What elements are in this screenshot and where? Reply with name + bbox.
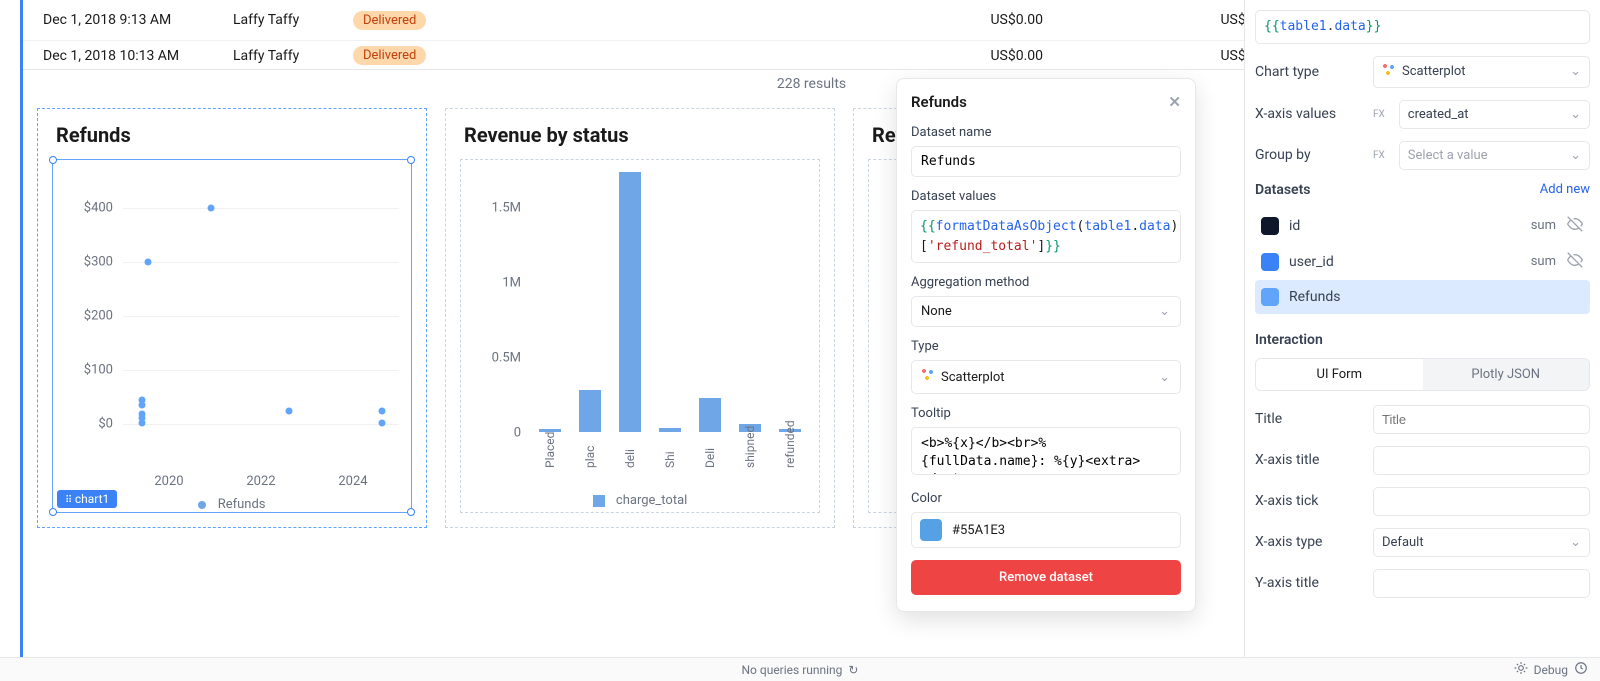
tooltip-label: Tooltip [911, 406, 1181, 421]
cell-timestamp: Dec 1, 2018 9:13 AM [43, 12, 233, 28]
xaxis-title-input[interactable] [1373, 446, 1590, 475]
scatter-plot [123, 172, 399, 472]
yaxis-title-label: Y-axis title [1255, 575, 1365, 591]
color-swatch [920, 519, 942, 541]
revenue-status-chart-card[interactable]: Revenue by status 1.5M 1M 0.5M 0 Placed … [445, 108, 835, 528]
x-axis: 2020 2022 2024 [123, 474, 399, 494]
cell-name: Laffy Taffy [233, 48, 353, 64]
toggle-ui-form[interactable]: UI Form [1256, 359, 1423, 390]
y-axis: 1.5M 1M 0.5M 0 [461, 172, 527, 472]
color-swatch [1261, 253, 1279, 271]
title-label: Title [1255, 411, 1365, 427]
color-input[interactable]: #55A1E3 [911, 512, 1181, 548]
title-input[interactable] [1373, 405, 1590, 434]
refunds-chart-body[interactable]: $400 $300 $200 $100 $0 [52, 159, 412, 513]
dataset-name-label: Dataset name [911, 125, 1181, 140]
inspector-panel: {{table1.data}} Chart type Scatterplot X… [1244, 0, 1600, 657]
refresh-icon[interactable]: ↻ [848, 663, 858, 677]
debug-label[interactable]: Debug [1534, 663, 1568, 677]
remove-dataset-button[interactable]: Remove dataset [911, 560, 1181, 595]
datasets-heading: Datasets [1255, 182, 1311, 198]
cell-timestamp: Dec 1, 2018 10:13 AM [43, 48, 233, 64]
chart-title: Revenue by status [446, 109, 834, 153]
xaxis-title-label: X-axis title [1255, 452, 1365, 468]
status-badge: Delivered [353, 11, 426, 30]
groupby-label: Group by [1255, 147, 1365, 163]
status-bar: No queries running ↻ Debug [0, 657, 1600, 681]
chart-type-select[interactable]: Scatterplot [1373, 56, 1590, 88]
color-label: Color [911, 491, 1181, 506]
status-badge: Delivered [353, 46, 426, 65]
xaxis-tick-input[interactable] [1373, 487, 1590, 516]
dataset-values-label: Dataset values [911, 189, 1181, 204]
eye-off-icon[interactable] [1566, 252, 1584, 272]
popover-title: Refunds [911, 93, 967, 111]
xaxis-type-label: X-axis type [1255, 534, 1365, 550]
resize-handle-tr[interactable] [407, 156, 415, 164]
cell-amount1: US$0.00 [813, 12, 1043, 28]
fx-badge[interactable]: FX [1373, 109, 1385, 120]
data-source-input[interactable]: {{table1.data}} [1255, 10, 1590, 44]
revenue-status-chart-body[interactable]: 1.5M 1M 0.5M 0 Placed plac deli Shi Deli… [460, 159, 820, 513]
dataset-name-input[interactable] [911, 146, 1181, 177]
tooltip-input[interactable] [911, 427, 1181, 475]
xaxis-values-select[interactable]: created_at [1399, 100, 1590, 129]
xaxis-type-select[interactable]: Default [1373, 528, 1590, 557]
resize-handle-tl[interactable] [49, 156, 57, 164]
cell-status: Delivered [353, 11, 813, 30]
legend-square-icon [593, 495, 605, 507]
dataset-editor-popover: Refunds ✕ Dataset name Dataset values {{… [896, 78, 1196, 612]
form-json-toggle: UI Form Plotly JSON [1255, 358, 1590, 391]
interaction-heading: Interaction [1255, 332, 1323, 348]
cell-amount1: US$0.00 [813, 48, 1043, 64]
y-axis: $400 $300 $200 $100 $0 [53, 172, 119, 472]
cell-status: Delivered [353, 46, 813, 65]
groupby-select[interactable]: Select a value [1399, 141, 1590, 170]
dataset-values-input[interactable]: {{formatDataAsObject(table1.data)['refun… [911, 210, 1181, 263]
type-label: Type [911, 339, 1181, 354]
xaxis-values-label: X-axis values [1255, 106, 1365, 122]
dataset-row-userid[interactable]: user_id sum [1255, 244, 1590, 280]
bug-icon[interactable] [1514, 661, 1528, 678]
cell-amount2: US$1.00 [1043, 12, 1273, 28]
xaxis-tick-label: X-axis tick [1255, 493, 1365, 509]
chart-type-label: Chart type [1255, 64, 1365, 80]
chart-component-tag[interactable]: chart1 [57, 490, 117, 508]
add-dataset-link[interactable]: Add new [1540, 182, 1590, 197]
legend-dot-icon [198, 501, 206, 509]
color-swatch [1261, 288, 1279, 306]
color-swatch [1261, 217, 1279, 235]
aggregation-select[interactable]: None [911, 296, 1181, 327]
cell-amount2: US$1.00 [1043, 48, 1273, 64]
scatter-icon [1382, 63, 1396, 81]
query-status: No queries running [742, 663, 843, 677]
aggregation-label: Aggregation method [911, 275, 1181, 290]
bar-plot: Placed plac deli Shi Deli shipned refund… [533, 172, 807, 432]
history-icon[interactable] [1574, 661, 1588, 678]
close-icon[interactable]: ✕ [1168, 93, 1181, 111]
toggle-plotly-json[interactable]: Plotly JSON [1423, 359, 1590, 390]
refunds-chart-card[interactable]: Refunds $400 $300 $200 $100 $0 [37, 108, 427, 528]
dataset-row-refunds[interactable]: Refunds [1255, 280, 1590, 314]
scatter-icon [921, 368, 935, 386]
eye-off-icon[interactable] [1566, 216, 1584, 236]
chart-title: Refunds [38, 109, 426, 153]
fx-badge[interactable]: FX [1373, 150, 1385, 161]
dataset-row-id[interactable]: id sum [1255, 208, 1590, 244]
cell-name: Laffy Taffy [233, 12, 353, 28]
yaxis-title-input[interactable] [1373, 569, 1590, 598]
chart-legend: charge_total [461, 493, 819, 508]
type-select[interactable]: Scatterplot [911, 360, 1181, 394]
